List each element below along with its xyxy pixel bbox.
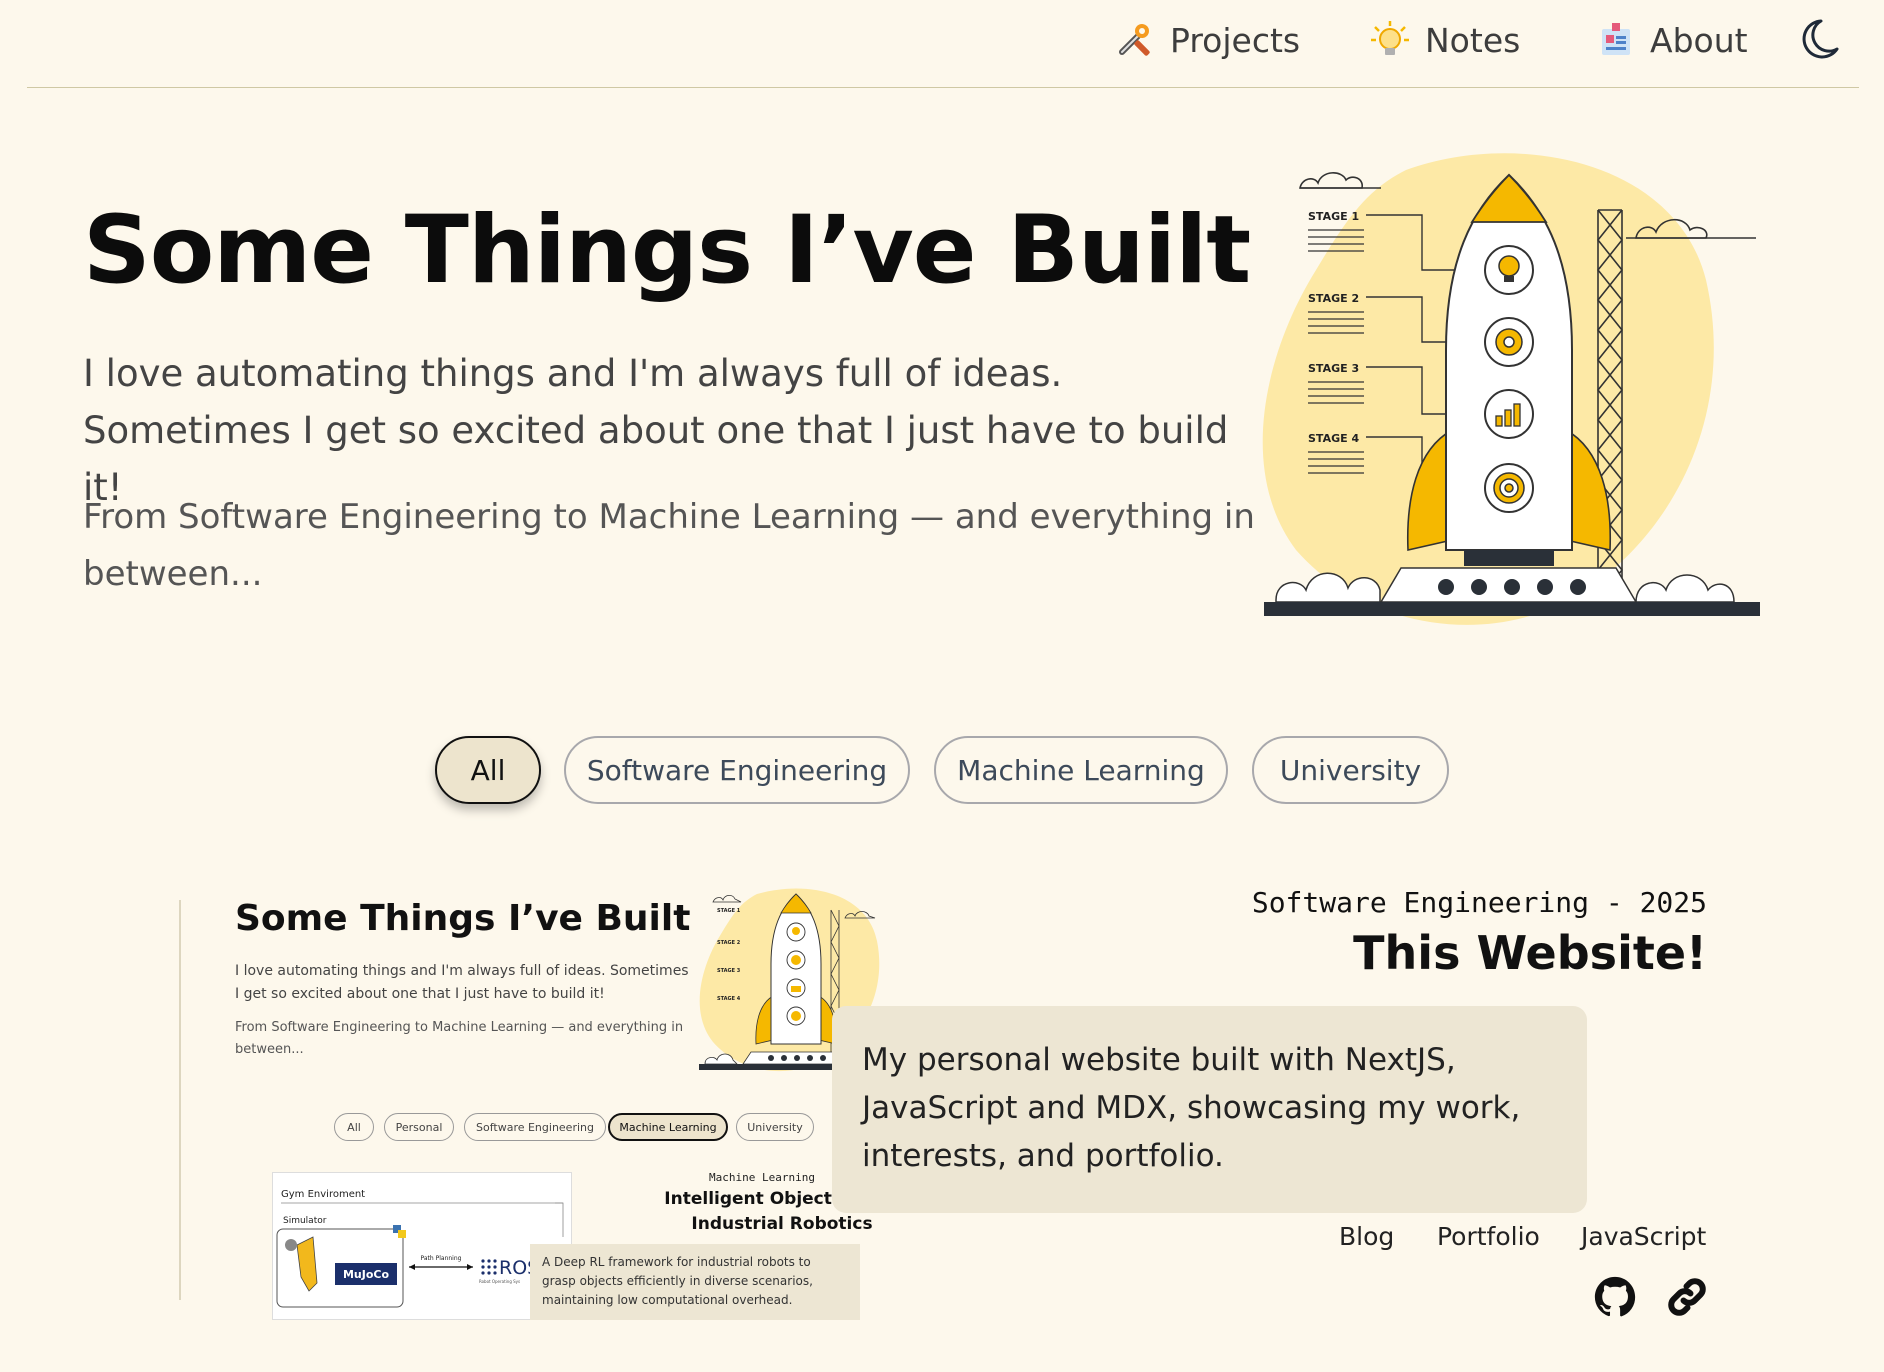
thumbnail-filter-machine-learning: Machine Learning — [608, 1113, 728, 1141]
stage-label: STAGE 2 — [717, 940, 741, 946]
link-icon[interactable] — [1666, 1276, 1708, 1318]
thumbnail-intro: I love automating things and I'm always … — [235, 963, 689, 1002]
id-card-icon — [1602, 23, 1630, 55]
stage-label: STAGE 1 — [1308, 210, 1359, 223]
nav-about-label: About — [1650, 20, 1748, 60]
svg-text:Simulator: Simulator — [283, 1216, 327, 1226]
svg-text:Path Planning: Path Planning — [421, 1255, 462, 1262]
gear-icon — [1495, 328, 1523, 356]
thumbnail-title: Some Things I’ve Built — [235, 898, 691, 939]
nav-about[interactable]: About — [1594, 18, 1748, 62]
thumbnail-subtitle: From Software Engineering to Machine Lea… — [235, 1020, 684, 1057]
tools-icon — [1119, 24, 1150, 56]
filter-all[interactable]: All — [435, 736, 541, 804]
page-title: Some Things I’ve Built — [83, 196, 1251, 305]
thumbnail-project-description: A Deep RL framework for industrial robot… — [530, 1244, 860, 1320]
rocket-illustration: STAGE 1 STAGE 2 STAGE 3 STAGE 4 — [1262, 153, 1760, 625]
card-divider — [179, 900, 181, 1300]
lightbulb-icon — [1371, 21, 1409, 55]
thumbnail-project-title-line2: Industrial Robotics — [691, 1214, 873, 1234]
category-filters: All Software Engineering Machine Learnin… — [0, 736, 1884, 806]
project-tag[interactable]: Blog — [1339, 1222, 1394, 1251]
thumbnail-filter-university: University — [736, 1113, 814, 1141]
hero-subtitle: From Software Engineering to Machine Lea… — [83, 497, 1255, 594]
stage-label: STAGE 3 — [1308, 362, 1359, 375]
svg-text:Gym Enviroment: Gym Enviroment — [281, 1189, 365, 1200]
project-description: My personal website built with NextJS, J… — [832, 1006, 1587, 1213]
project-tag[interactable]: JavaScript — [1581, 1222, 1706, 1251]
github-icon[interactable] — [1594, 1276, 1636, 1318]
cloud-icon — [1299, 172, 1381, 189]
svg-text:MuJoCo: MuJoCo — [343, 1268, 390, 1281]
filter-software-engineering[interactable]: Software Engineering — [564, 736, 910, 804]
stage-label: STAGE 3 — [717, 968, 741, 974]
stage-label: STAGE 2 — [1308, 292, 1359, 305]
top-nav: Projects Notes About — [27, 0, 1859, 88]
lightbulb-icon — [1498, 255, 1520, 277]
project-title[interactable]: This Website! — [1353, 926, 1707, 980]
moon-icon[interactable] — [1795, 17, 1839, 63]
stage-label: STAGE 1 — [717, 908, 741, 914]
stage-label: STAGE 4 — [1308, 432, 1359, 445]
filter-machine-learning[interactable]: Machine Learning — [934, 736, 1228, 804]
thumbnail-filter-software-engineering: Software Engineering — [464, 1113, 606, 1141]
stage-label: STAGE 4 — [717, 996, 741, 1002]
architecture-diagram: Gym Enviroment Simulator MuJoCo Path Pla… — [272, 1172, 572, 1320]
nav-notes-label: Notes — [1425, 20, 1521, 60]
project-tag[interactable]: Portfolio — [1437, 1222, 1540, 1251]
project-thumbnail[interactable]: Some Things I’ve Built I love automating… — [232, 880, 892, 1320]
nav-projects[interactable]: Projects — [1114, 18, 1300, 62]
target-icon — [1493, 472, 1525, 504]
nav-projects-label: Projects — [1170, 20, 1301, 60]
thumbnail-filter-all: All — [334, 1113, 374, 1141]
svg-text:Robot Operating Sys: Robot Operating Sys — [479, 1279, 520, 1284]
nav-notes[interactable]: Notes — [1369, 18, 1520, 62]
project-category: Software Engineering - 2025 — [1251, 886, 1707, 919]
filter-university[interactable]: University — [1252, 736, 1449, 804]
thumbnail-filter-personal: Personal — [384, 1113, 454, 1141]
ros-logo-icon — [481, 1259, 497, 1275]
